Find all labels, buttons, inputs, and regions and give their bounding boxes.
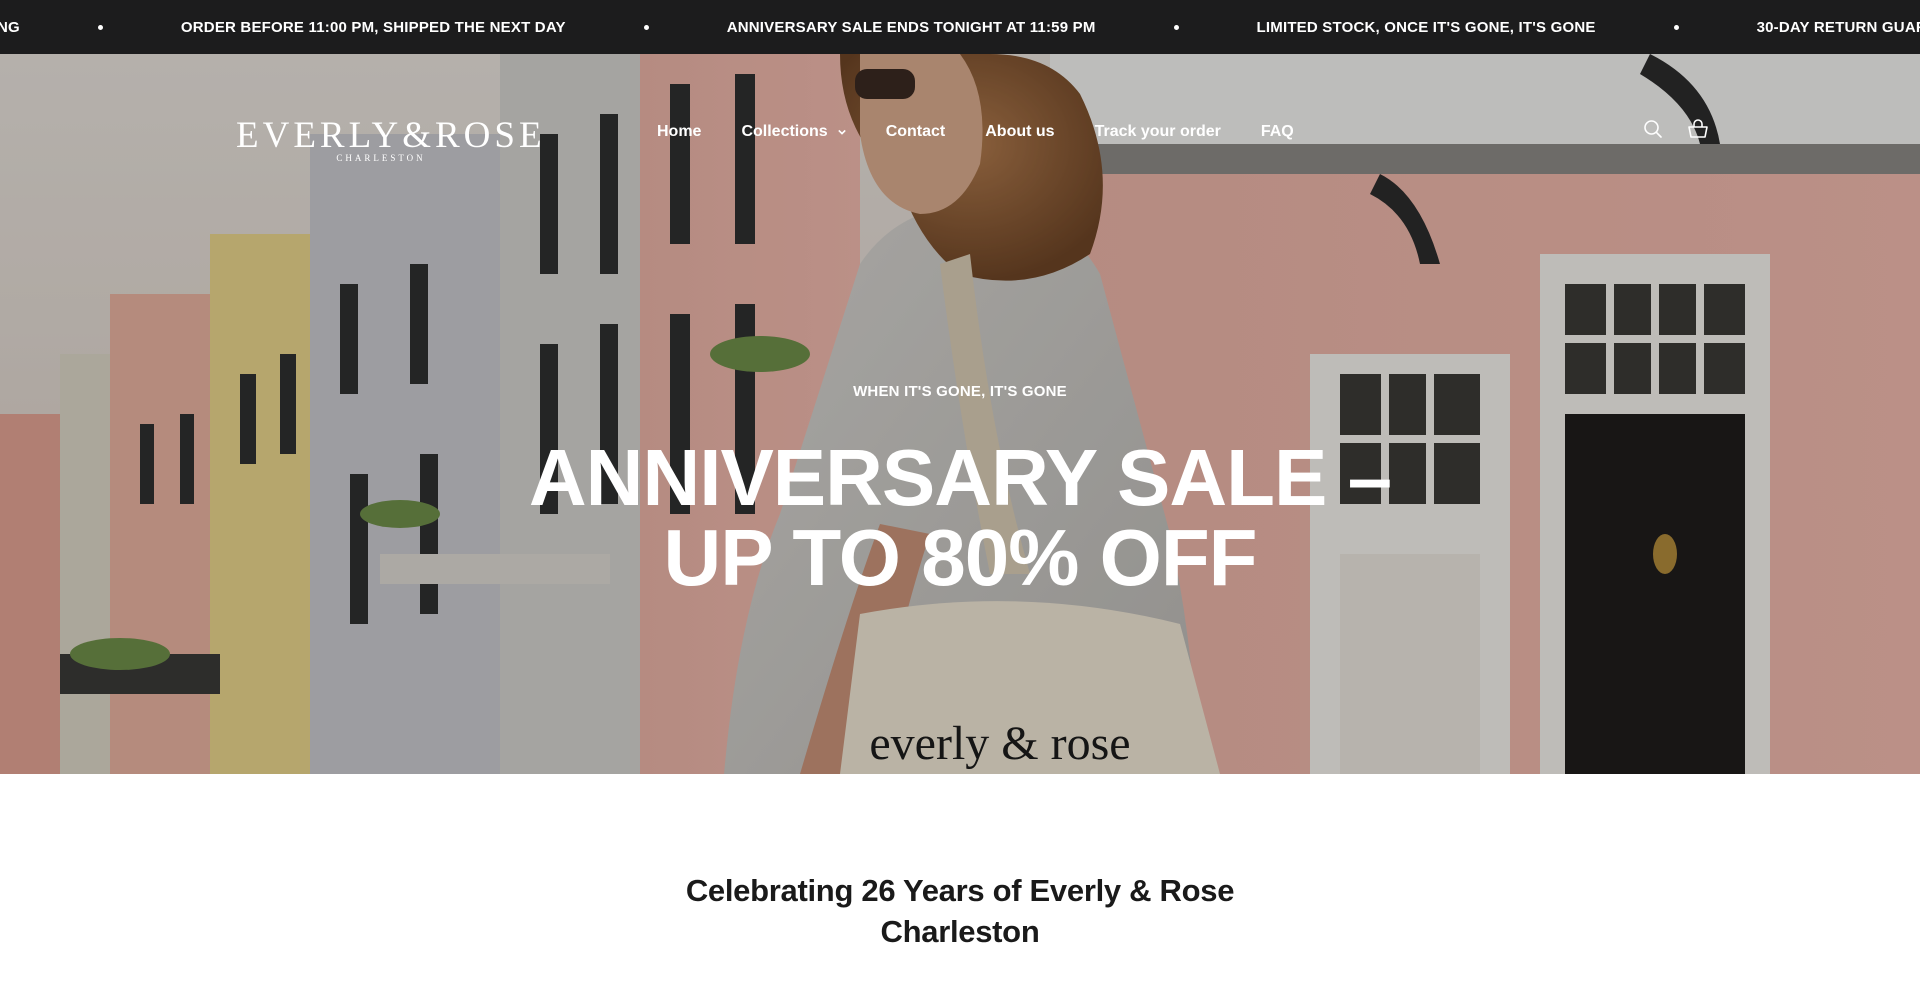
nav-contact[interactable]: Contact: [886, 123, 946, 141]
hero-eyebrow: WHEN IT'S GONE, IT'S GONE: [853, 383, 1067, 400]
announcement-item: PREMIUM SHIPPING: [0, 18, 20, 36]
announcement-separator: [1673, 24, 1679, 30]
cart-icon[interactable]: [1686, 117, 1710, 141]
nav-home[interactable]: Home: [657, 123, 701, 141]
intro-title: Celebrating 26 Years of Everly & Rose Ch…: [560, 870, 1360, 952]
hero-content: WHEN IT'S GONE, IT'S GONE ANNIVERSARY SA…: [460, 383, 1460, 598]
intro-title-line-2: Charleston: [880, 914, 1040, 949]
announcement-item: ANNIVERSARY SALE ENDS TONIGHT AT 11:59 P…: [726, 18, 1096, 36]
intro-section: Celebrating 26 Years of Everly & Rose Ch…: [560, 870, 1360, 952]
announcement-track: PREMIUM SHIPPING ORDER BEFORE 11:00 PM, …: [0, 0, 1920, 54]
nav-track-order[interactable]: Track your order: [1095, 123, 1221, 141]
nav-about-us[interactable]: About us: [985, 123, 1054, 141]
announcement-bar: PREMIUM SHIPPING ORDER BEFORE 11:00 PM, …: [0, 0, 1920, 54]
hero-title: ANNIVERSARY SALE – UP TO 80% OFF: [460, 438, 1460, 598]
announcement-item: LIMITED STOCK, ONCE IT'S GONE, IT'S GONE: [1256, 18, 1596, 36]
nav-collections-label: Collections: [741, 123, 828, 140]
header-actions: [1620, 117, 1710, 141]
nav-faq[interactable]: FAQ: [1261, 123, 1294, 141]
announcement-item: ORDER BEFORE 11:00 PM, SHIPPED THE NEXT …: [180, 18, 566, 36]
announcement-separator: [643, 24, 649, 30]
chevron-down-icon: [837, 129, 846, 135]
logo-wordmark: EVERLY&ROSE: [236, 115, 546, 156]
nav-collections[interactable]: Collections: [741, 123, 846, 141]
announcement-separator: [97, 24, 103, 30]
hero-title-line-1: ANNIVERSARY SALE –: [528, 433, 1392, 522]
search-icon[interactable]: [1641, 117, 1665, 141]
brand-logo[interactable]: EVERLY&ROSE CHARLESTON: [236, 115, 546, 176]
intro-title-line-1: Celebrating 26 Years of Everly & Rose: [685, 873, 1235, 908]
main-nav: Home Collections Contact About us Track …: [657, 118, 1334, 146]
announcement-separator: [1173, 24, 1179, 30]
announcement-item: 30-DAY RETURN GUARANTEE: [1756, 18, 1920, 36]
hero-title-line-2: UP TO 80% OFF: [663, 513, 1257, 602]
